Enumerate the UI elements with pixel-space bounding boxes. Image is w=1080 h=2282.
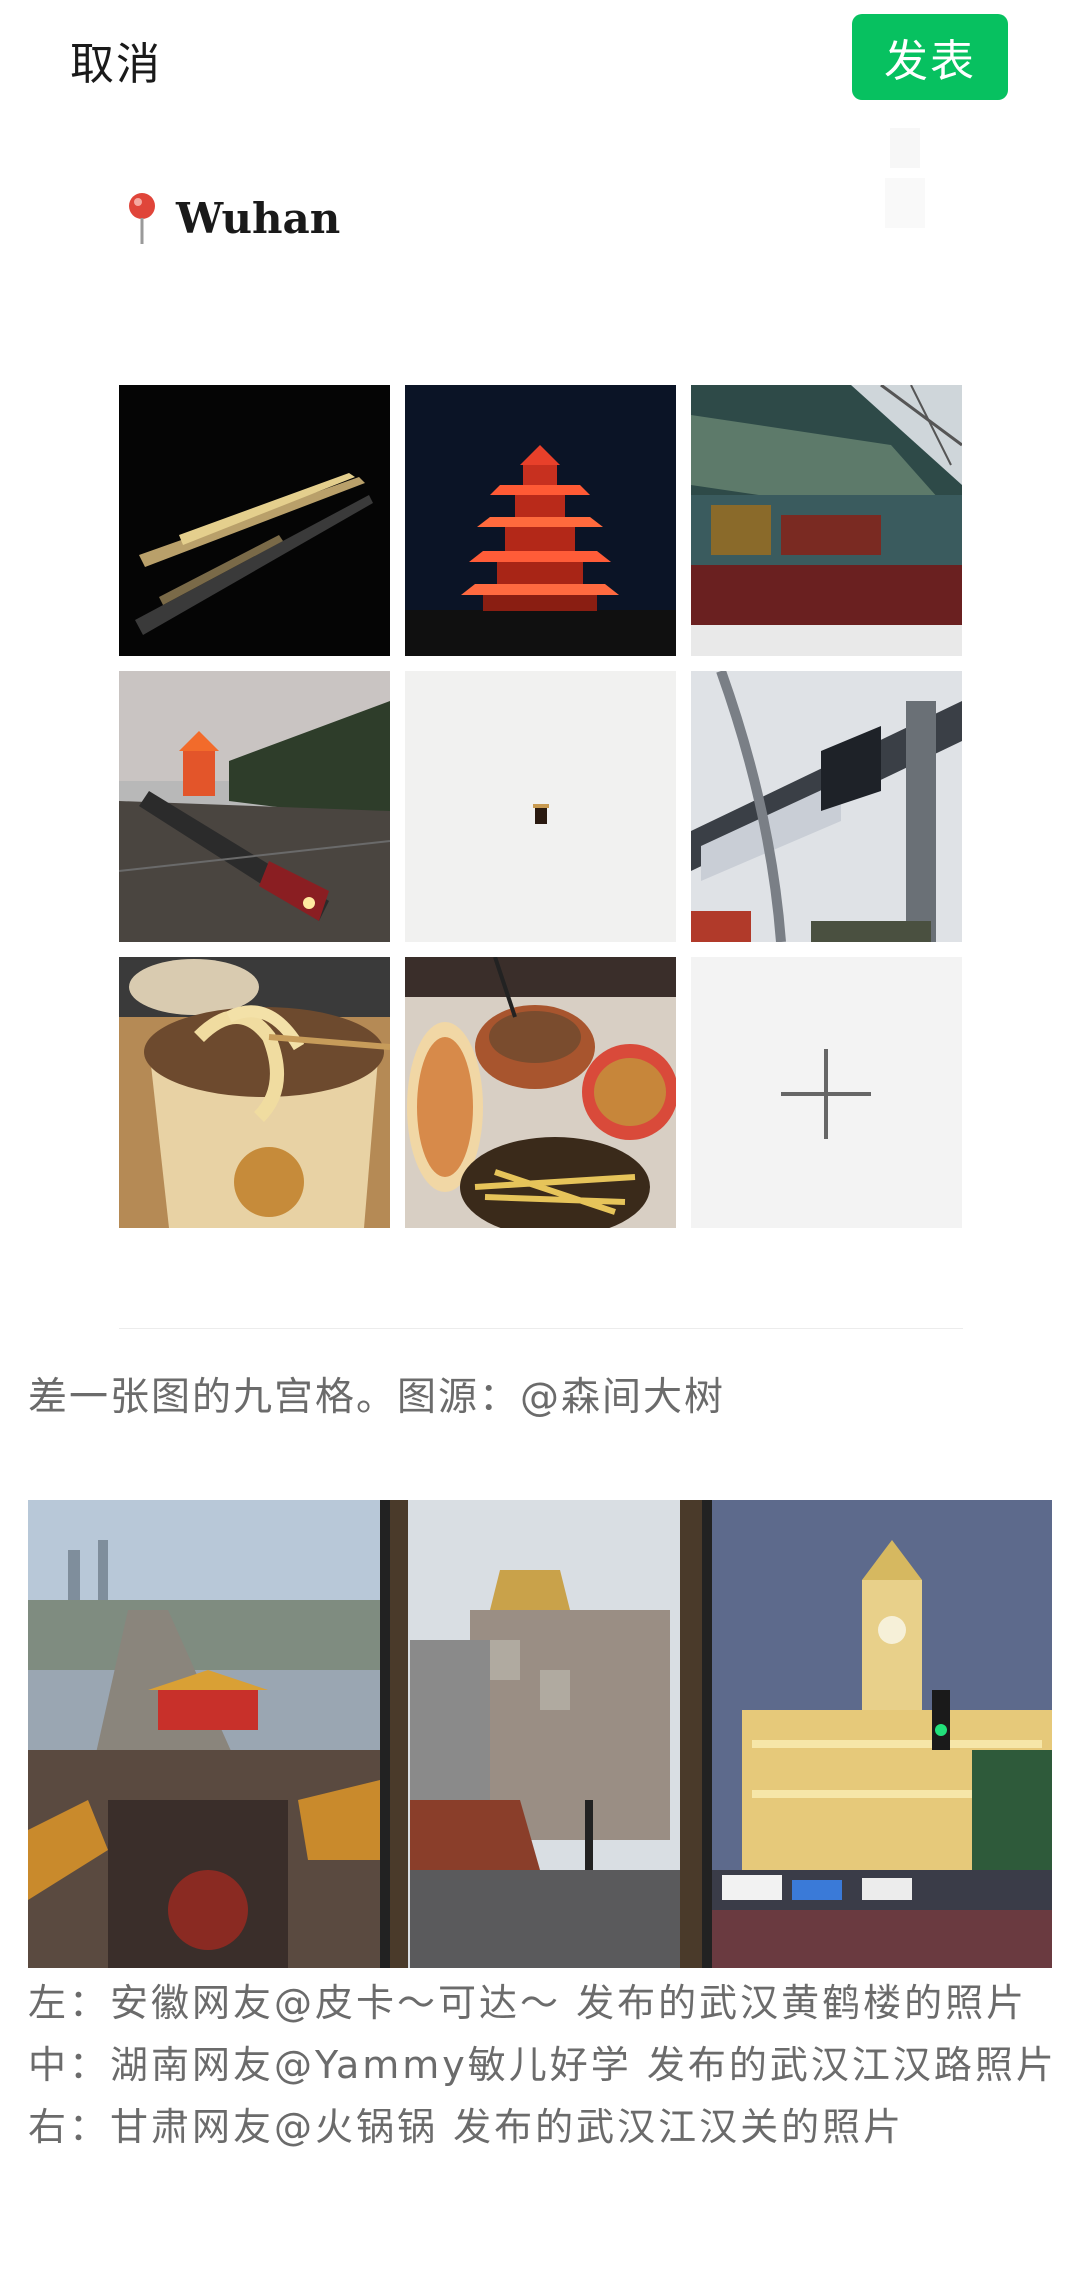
plus-icon: [781, 1049, 871, 1139]
photo-jianghan-customs[interactable]: [712, 1500, 1052, 1968]
photo-aerial-street[interactable]: [28, 1500, 380, 1968]
photo-strip: [28, 1500, 1052, 1968]
note-left: 左：安徽网友@皮卡～可达～ 发布的武汉黄鹤楼的照片: [28, 1981, 1028, 2025]
divider: [119, 1328, 963, 1329]
publish-button[interactable]: 发表: [852, 14, 1008, 100]
top-bar: 取消 发表: [0, 0, 1080, 120]
photo-grid: [119, 385, 963, 1229]
photo-yellow-crane-tower-night[interactable]: [405, 385, 676, 656]
location-tag[interactable]: Wuhan: [122, 188, 340, 248]
note-middle: 中：湖南网友@Yammy敏儿好学 发布的武汉江汉路照片: [28, 2043, 1057, 2087]
photo-snow-cup[interactable]: [405, 671, 676, 942]
pin-icon: [122, 190, 162, 246]
note-right: 右：甘肃网友@火锅锅 发布的武汉江汉关的照片: [28, 2105, 905, 2149]
photo-train-tower[interactable]: [119, 671, 390, 942]
location-label: Wuhan: [176, 193, 341, 243]
add-photo-button[interactable]: [691, 957, 962, 1228]
photo-gold-sword[interactable]: [119, 385, 390, 656]
photo-food-table[interactable]: [405, 957, 676, 1228]
photo-noodles[interactable]: [119, 957, 390, 1228]
post-caption[interactable]: 差一张图的九宫格。图源：@森间大树: [28, 1366, 725, 1422]
photo-temple-roof[interactable]: [691, 385, 962, 656]
photo-notes: 左：安徽网友@皮卡～可达～ 发布的武汉黄鹤楼的照片 中：湖南网友@Yammy敏儿…: [28, 1972, 1058, 2158]
photo-jianghan-road[interactable]: [390, 1500, 702, 1968]
cancel-button[interactable]: 取消: [70, 28, 162, 92]
photo-monorail[interactable]: [691, 671, 962, 942]
faint-watermark: [885, 128, 925, 228]
